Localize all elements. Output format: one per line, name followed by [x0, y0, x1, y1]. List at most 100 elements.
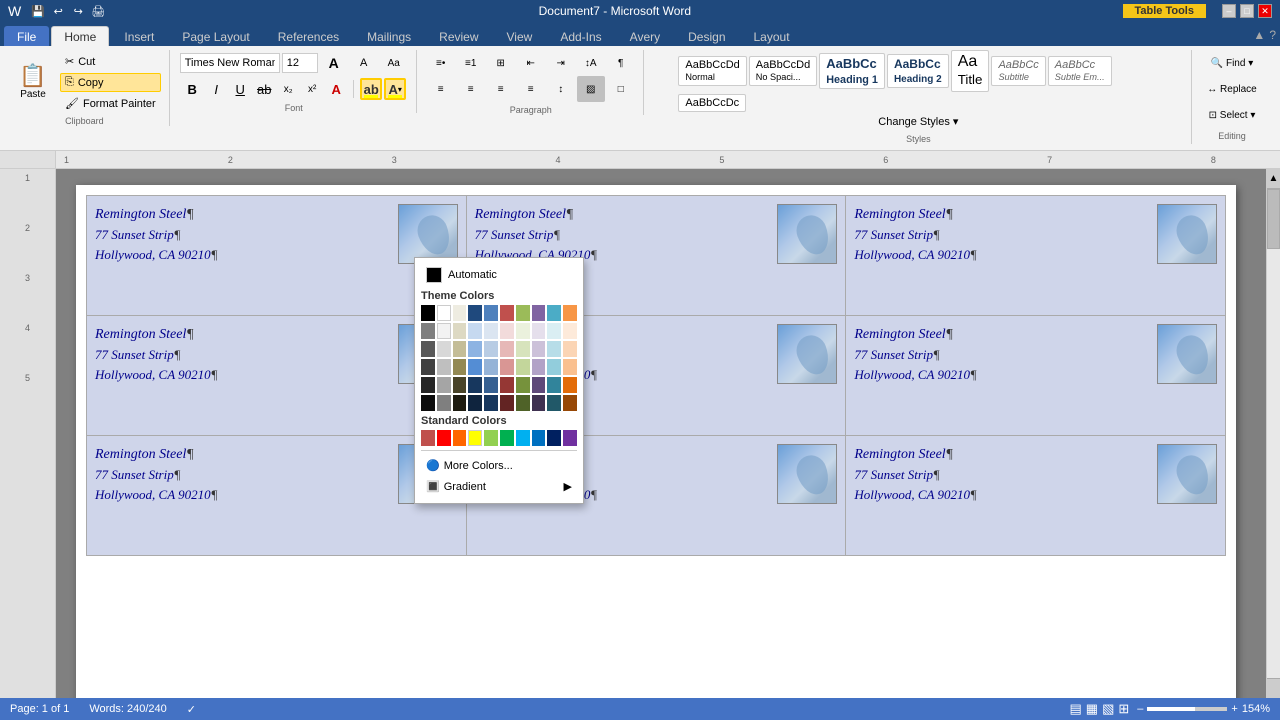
- cut-button[interactable]: ✂ Cut: [60, 52, 161, 71]
- tc-6-7[interactable]: [516, 395, 530, 411]
- paste-button[interactable]: 📋 Paste: [8, 54, 58, 110]
- format-painter-button[interactable]: 🖌 Format Painter: [60, 94, 161, 113]
- tc-5-9[interactable]: [547, 377, 561, 393]
- tc-2-6[interactable]: [500, 323, 514, 339]
- tc-3-10[interactable]: [563, 341, 577, 357]
- increase-indent-button[interactable]: ⇥: [547, 50, 575, 76]
- tab-review[interactable]: Review: [426, 26, 491, 46]
- underline-button[interactable]: U: [229, 78, 251, 100]
- style-heading1[interactable]: AaBbCcHeading 1: [819, 53, 885, 89]
- label-cell-3-1[interactable]: Remington Steel¶ 77 Sunset Strip¶ Hollyw…: [87, 436, 467, 556]
- tab-tt-design[interactable]: Design: [675, 26, 738, 46]
- more-colors-option[interactable]: 🔵 More Colors...: [421, 455, 577, 476]
- tc-4-8[interactable]: [532, 359, 546, 375]
- tc-3-3[interactable]: [453, 341, 467, 357]
- bold-button[interactable]: B: [181, 78, 203, 100]
- sc-7[interactable]: [516, 430, 530, 446]
- style-title[interactable]: AaTitle: [951, 50, 990, 92]
- tc-1-8[interactable]: [532, 305, 546, 321]
- tab-addins[interactable]: Add-Ins: [547, 26, 614, 46]
- style-heading2[interactable]: AaBbCcHeading 2: [887, 54, 949, 88]
- style-more[interactable]: AaBbCcDc: [678, 94, 746, 112]
- replace-button[interactable]: ↔ Replace: [1202, 76, 1262, 102]
- tc-2-1[interactable]: [421, 323, 435, 339]
- label-cell-1-1[interactable]: Remington Steel¶ 77 Sunset Strip¶ Hollyw…: [87, 196, 467, 316]
- view-print-btn[interactable]: ▤: [1070, 701, 1082, 717]
- gradient-option[interactable]: 🔳 Gradient ▶: [421, 476, 577, 497]
- tc-1-5[interactable]: [484, 305, 498, 321]
- tab-references[interactable]: References: [265, 26, 352, 46]
- tc-4-7[interactable]: [516, 359, 530, 375]
- clear-format-button[interactable]: Aa: [380, 50, 408, 76]
- tc-3-1[interactable]: [421, 341, 435, 357]
- tab-insert[interactable]: Insert: [111, 26, 167, 46]
- view-outline-btn[interactable]: ⊞: [1118, 701, 1129, 717]
- numbering-button[interactable]: ≡1: [457, 50, 485, 76]
- tc-4-2[interactable]: [437, 359, 451, 375]
- sort-button[interactable]: ↕A: [577, 50, 605, 76]
- ribbon-minimize-icon[interactable]: ▲: [1253, 28, 1265, 42]
- tc-6-3[interactable]: [453, 395, 467, 411]
- tab-home[interactable]: Home: [51, 26, 109, 46]
- tc-1-6[interactable]: [500, 305, 514, 321]
- tc-2-4[interactable]: [468, 323, 482, 339]
- restore-btn[interactable]: □: [1240, 4, 1254, 18]
- label-cell-1-3[interactable]: Remington Steel¶ 77 Sunset Strip¶ Hollyw…: [846, 196, 1226, 316]
- sc-2[interactable]: [437, 430, 451, 446]
- font-color-button[interactable]: A ▾: [384, 78, 406, 100]
- italic-button[interactable]: I: [205, 78, 227, 100]
- label-cell-3-3[interactable]: Remington Steel¶ 77 Sunset Strip¶ Hollyw…: [846, 436, 1226, 556]
- tab-page-layout[interactable]: Page Layout: [169, 26, 262, 46]
- style-normal[interactable]: AaBbCcDdNormal: [678, 56, 746, 86]
- sc-8[interactable]: [532, 430, 546, 446]
- tc-3-2[interactable]: [437, 341, 451, 357]
- select-button[interactable]: ⊡ Select ▾: [1202, 102, 1262, 128]
- tab-tt-layout[interactable]: Layout: [741, 26, 803, 46]
- tc-5-5[interactable]: [484, 377, 498, 393]
- sc-3[interactable]: [453, 430, 467, 446]
- font-size-input[interactable]: [282, 53, 318, 73]
- sc-9[interactable]: [547, 430, 561, 446]
- tc-1-4[interactable]: [468, 305, 482, 321]
- zoom-in-btn[interactable]: +: [1231, 703, 1237, 715]
- qat-save[interactable]: 💾: [29, 2, 47, 20]
- spell-check-icon[interactable]: ✓: [187, 703, 196, 716]
- tc-3-5[interactable]: [484, 341, 498, 357]
- bullets-button[interactable]: ≡•: [427, 50, 455, 76]
- tc-2-3[interactable]: [453, 323, 467, 339]
- justify-button[interactable]: ≡: [517, 76, 545, 102]
- tab-file[interactable]: File: [4, 26, 49, 46]
- tc-4-5[interactable]: [484, 359, 498, 375]
- tc-1-10[interactable]: [563, 305, 577, 321]
- sc-10[interactable]: [563, 430, 577, 446]
- style-subtitle[interactable]: AaBbCcSubtitle: [991, 56, 1045, 86]
- tc-5-10[interactable]: [563, 377, 577, 393]
- tc-6-8[interactable]: [532, 395, 546, 411]
- tc-2-9[interactable]: [547, 323, 561, 339]
- highlight-button[interactable]: ab: [360, 78, 382, 100]
- style-no-spacing[interactable]: AaBbCcDdNo Spaci...: [749, 56, 817, 86]
- label-cell-2-3[interactable]: Remington Steel¶ 77 Sunset Strip¶ Hollyw…: [846, 316, 1226, 436]
- help-icon[interactable]: ?: [1269, 28, 1276, 42]
- tc-6-2[interactable]: [437, 395, 451, 411]
- tab-avery[interactable]: Avery: [617, 26, 673, 46]
- subscript-button[interactable]: x₂: [277, 78, 299, 100]
- tc-4-6[interactable]: [500, 359, 514, 375]
- tc-5-6[interactable]: [500, 377, 514, 393]
- show-hide-button[interactable]: ¶: [607, 50, 635, 76]
- tc-4-4[interactable]: [468, 359, 482, 375]
- grow-font-button[interactable]: A: [320, 50, 348, 76]
- scroll-thumb[interactable]: [1267, 189, 1280, 249]
- tc-3-9[interactable]: [547, 341, 561, 357]
- tc-3-6[interactable]: [500, 341, 514, 357]
- tc-1-7[interactable]: [516, 305, 530, 321]
- sc-1[interactable]: [421, 430, 435, 446]
- tc-5-2[interactable]: [437, 377, 451, 393]
- tc-5-4[interactable]: [468, 377, 482, 393]
- find-button[interactable]: 🔍 Find ▾: [1202, 50, 1262, 76]
- sc-5[interactable]: [484, 430, 498, 446]
- tc-4-1[interactable]: [421, 359, 435, 375]
- scroll-up-btn[interactable]: ▲: [1267, 169, 1280, 189]
- tc-5-3[interactable]: [453, 377, 467, 393]
- tc-1-3[interactable]: [453, 305, 467, 321]
